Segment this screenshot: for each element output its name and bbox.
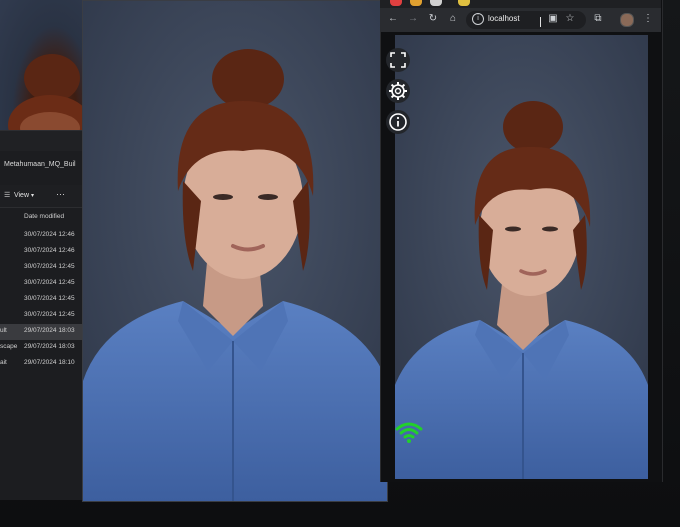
file-explorer-window: Metahumaan_MQ_Buil ☰ View ▾ ··· Date mod…	[0, 0, 92, 500]
file-name: ult	[0, 327, 7, 334]
explorer-background-thumbnail	[0, 0, 92, 155]
bookmark-star-icon[interactable]: ☆	[562, 11, 578, 27]
file-row[interactable]: 30/07/2024 12:45	[0, 292, 90, 308]
file-name: ait	[0, 359, 7, 366]
reload-icon[interactable]: ↻	[425, 11, 441, 27]
tab-favicon-2[interactable]	[410, 0, 422, 6]
home-icon[interactable]: ⌂	[445, 11, 461, 27]
chevron-down-icon: ▾	[30, 193, 34, 199]
kebab-menu-icon[interactable]: ⋮	[640, 11, 656, 27]
screen-capture-icon[interactable]: ▣	[545, 11, 561, 27]
more-options-button[interactable]: ···	[56, 189, 65, 199]
file-row[interactable]: ult 29/07/2024 18:03	[0, 324, 90, 340]
view-label: View	[13, 192, 29, 199]
file-date-modified: 30/07/2024 12:45	[24, 311, 75, 318]
view-menu-button[interactable]: ☰ View ▾	[4, 191, 34, 199]
explorer-folder-title: Metahumaan_MQ_Buil	[4, 161, 76, 168]
file-date-modified: 30/07/2024 12:46	[24, 231, 75, 238]
settings-button[interactable]	[386, 79, 410, 103]
file-row[interactable]: scape 29/07/2024 18:03	[0, 340, 90, 356]
connection-strength-indicator[interactable]	[394, 420, 424, 444]
metahuman-portrait-large	[83, 1, 387, 501]
file-date-modified: 29/07/2024 18:03	[24, 327, 75, 334]
file-date-modified: 29/07/2024 18:10	[24, 359, 75, 366]
tab-favicon-1[interactable]	[390, 0, 402, 6]
browser-tab-strip	[380, 0, 661, 8]
hair-bun-thumbnail	[8, 54, 92, 155]
fullscreen-icon	[390, 52, 406, 68]
text-cursor-icon	[540, 17, 541, 27]
file-row[interactable]: 30/07/2024 12:46	[0, 244, 90, 260]
info-button[interactable]	[386, 110, 410, 134]
file-date-modified: 30/07/2024 12:45	[24, 263, 75, 270]
info-icon	[389, 113, 407, 131]
file-row[interactable]: ait 29/07/2024 18:10	[0, 356, 90, 372]
file-date-modified: 30/07/2024 12:46	[24, 247, 75, 254]
file-date-modified: 30/07/2024 12:45	[24, 295, 75, 302]
file-date-modified: 30/07/2024 12:45	[24, 279, 75, 286]
file-row[interactable]: 30/07/2024 12:45	[0, 308, 90, 324]
pixel-streaming-viewport[interactable]	[395, 35, 648, 479]
file-name: scape	[0, 343, 18, 350]
wifi-icon	[395, 422, 423, 443]
back-arrow-icon[interactable]: ←	[385, 11, 401, 27]
view-list-icon: ☰	[4, 192, 11, 199]
metahuman-render-window	[82, 0, 388, 502]
forward-arrow-icon[interactable]: →	[405, 11, 421, 27]
site-info-icon[interactable]: i	[472, 13, 484, 25]
tab-favicon-3[interactable]	[430, 0, 442, 6]
explorer-titlebar	[0, 130, 90, 151]
file-date-modified: 29/07/2024 18:03	[24, 343, 75, 350]
extensions-icon[interactable]: ⧉	[590, 11, 606, 27]
url-text: localhost	[488, 14, 520, 23]
profile-avatar[interactable]	[620, 13, 634, 27]
metahuman-portrait-stream	[395, 35, 648, 479]
file-row[interactable]: 30/07/2024 12:46	[0, 228, 90, 244]
file-row[interactable]: 30/07/2024 12:45	[0, 260, 90, 276]
date-modified-column-header[interactable]: Date modified	[24, 213, 64, 220]
file-row[interactable]: 30/07/2024 12:45	[0, 276, 90, 292]
fullscreen-button[interactable]	[386, 48, 410, 72]
tab-favicon-4[interactable]	[458, 0, 470, 6]
gear-icon	[389, 82, 407, 100]
